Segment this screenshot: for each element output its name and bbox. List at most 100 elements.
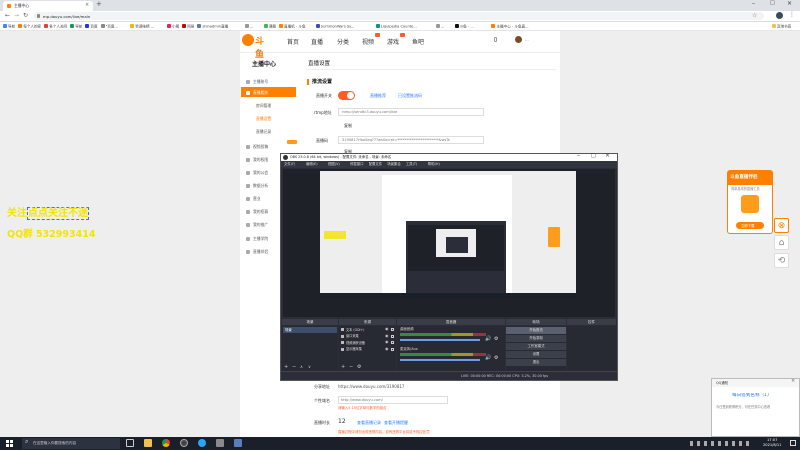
scene-item[interactable]: 场景 [283,327,337,333]
user-name[interactable]: ... [525,37,529,42]
chrome-icon[interactable] [162,439,170,447]
obs-titlebar[interactable]: OBS 25.0.8 (64 bit, windows) - 配置文件: 未命名… [281,152,617,161]
duration-link-1[interactable]: 查看直播记录 [357,420,381,425]
link-stream-code[interactable]: 已设置推流码 [398,93,422,98]
obs-control-button[interactable]: 开始录制 [506,335,566,342]
nav-category[interactable]: 分类 [337,37,349,46]
qq-taskbar-icon[interactable] [198,439,206,447]
promo-card[interactable]: 斗鱼直播伴侣 简单易用的直播工具 立即下载 [727,170,773,234]
bookmark-item[interactable]: 小猪 [167,24,179,29]
bookmark-item[interactable]: 各个人关网 [44,24,67,29]
obs-menu-item[interactable]: 工具(T) [406,162,418,167]
bookmark-item[interactable]: SummonWars Sy... [315,24,354,29]
scene-add-icon[interactable]: + [284,364,288,370]
bookmark-item[interactable]: 网易 [182,24,194,29]
source-settings-icon[interactable]: ⚙ [357,364,361,370]
profile-avatar-icon[interactable] [776,12,783,19]
bookmark-item[interactable]: 每个人的家 [18,24,41,29]
bookmark-item[interactable]: 直播机 - 斗鱼 [279,24,306,29]
obs-menu-item[interactable]: 停靠窗口 [350,162,364,167]
sidebar-item[interactable]: 直播记录 [256,127,302,136]
nav-home[interactable]: 首页 [287,37,299,46]
promo-download-button[interactable]: 立即下载 [736,222,764,229]
rtmp-input[interactable]: rtmp://sendtc3.douyu.com/live [338,108,484,116]
source-remove-icon[interactable]: − [349,364,353,370]
app-taskbar-icon[interactable] [216,439,224,447]
qq-notification[interactable]: QQ通知 × 每日签到名称（1） 今日签到获得积分，可在任务中心查看 [711,378,800,437]
reload-icon[interactable]: ↻ [23,12,28,19]
window-close-icon[interactable]: × [787,0,792,7]
douyu-logo[interactable]: 斗鱼 [242,33,270,60]
new-tab-icon[interactable]: + [96,0,102,8]
phone-icon[interactable] [494,37,497,42]
bookmark-item[interactable]: 课题 [263,24,276,29]
obs-control-button[interactable]: 工作室模式 [506,343,566,350]
sidebar-item[interactable]: 直播设置 [256,114,302,123]
bookmark-item[interactable]: 主播中心 - 斗鱼直... [491,24,529,29]
live-switch-toggle[interactable] [338,91,355,100]
minimize-icon[interactable]: – [752,0,755,7]
browser-menu-icon[interactable]: ⋮ [789,11,795,18]
obs-taskbar-icon[interactable] [180,439,188,447]
task-view-icon[interactable] [126,439,134,447]
obs-menu-item[interactable]: 配置文件 [369,162,383,167]
obs-menu-item[interactable]: 帮助(H) [428,162,440,167]
source-visibility-icon[interactable]: ◉ [385,346,389,351]
scene-up-icon[interactable]: ∧ [300,364,303,369]
windows-start-icon[interactable] [6,440,13,447]
mixer-gear-mic-icon[interactable]: ⚙ [494,355,498,361]
mixer-slider-desktop[interactable] [400,339,480,341]
bookmark-star-icon[interactable]: ☆ [752,12,757,19]
source-lock-icon[interactable] [391,334,394,338]
bookmark-item[interactable]: 导航 [3,24,15,29]
stream-key-input[interactable]: 3190817rfaoSeq?7?wsSecret=**************… [338,136,484,144]
user-avatar[interactable] [515,36,522,43]
tab-close-icon[interactable]: × [85,2,89,8]
notify-close-icon[interactable]: × [791,378,795,384]
notification-center-icon[interactable] [790,440,796,446]
taskbar-search[interactable]: ⌕ 在这里输入你要搜索的内容 [22,438,120,449]
floating-close-button[interactable]: ⊗ [774,218,789,233]
source-visibility-icon[interactable]: ◉ [385,333,389,338]
source-lock-icon[interactable] [391,347,394,351]
nav-live[interactable]: 直播 [311,37,323,46]
source-add-icon[interactable]: + [341,364,345,370]
floating-share-button[interactable]: ⟲ [774,253,789,268]
bookmark-item[interactable]: 其他书签 [772,24,791,29]
obs-control-button[interactable]: 开始推流 [506,327,566,334]
bookmark-item[interactable]: 百度 [85,24,98,29]
source-visibility-icon[interactable]: ◉ [385,339,389,344]
url-bar[interactable]: mp.douyu.com/live/main ☆ [34,12,764,20]
bookmark-item[interactable]: 赞调味精 ... [130,24,154,29]
sidebar-item[interactable]: 直播相关 [246,88,292,97]
obs-minimize-icon[interactable]: – [577,152,580,159]
obs-menu-item[interactable]: 文件(F) [284,162,295,167]
obs-close-icon[interactable]: × [605,152,610,159]
obs-maximize-icon[interactable]: □ [591,153,596,159]
scene-remove-icon[interactable]: − [292,364,296,370]
mixer-slider-mic[interactable] [400,359,480,361]
bookmark-item[interactable]: shinadmin直播 [197,24,228,29]
bookmark-item[interactable]: ... [435,24,444,29]
browser-tab-active[interactable]: 主播中心 × [3,1,93,11]
floating-home-button[interactable]: ⌂ [774,235,789,250]
bookmark-item[interactable]: 导航 [70,24,82,29]
domain-input[interactable]: http://www.douyu.com/ [338,396,448,404]
sidebar-item[interactable]: 房间管理 [256,101,302,110]
bookmark-item[interactable]: 斗鱼 - ... [454,24,474,29]
tray-icons[interactable] [690,441,750,446]
link-recommend[interactable]: 直播推荐 [370,93,386,98]
source-lock-icon[interactable] [391,328,394,331]
nav-video[interactable]: 视频 [362,37,374,46]
mixer-mute-mic-icon[interactable]: 🔊 [485,355,491,361]
source-lock-icon[interactable] [391,341,394,344]
obs-control-button[interactable]: 退出 [506,359,566,366]
back-icon[interactable]: ← [5,12,10,19]
mixer-mute-desktop-icon[interactable]: 🔊 [485,336,491,342]
bookmark-item[interactable]: ... [245,24,253,29]
mixer-gear-desktop-icon[interactable]: ⚙ [494,336,498,342]
sidebar-item[interactable]: 主播账号 [246,77,292,86]
app2-taskbar-icon[interactable] [234,439,242,447]
maximize-icon[interactable]: □ [770,0,775,6]
scene-down-icon[interactable]: ∨ [308,364,311,369]
